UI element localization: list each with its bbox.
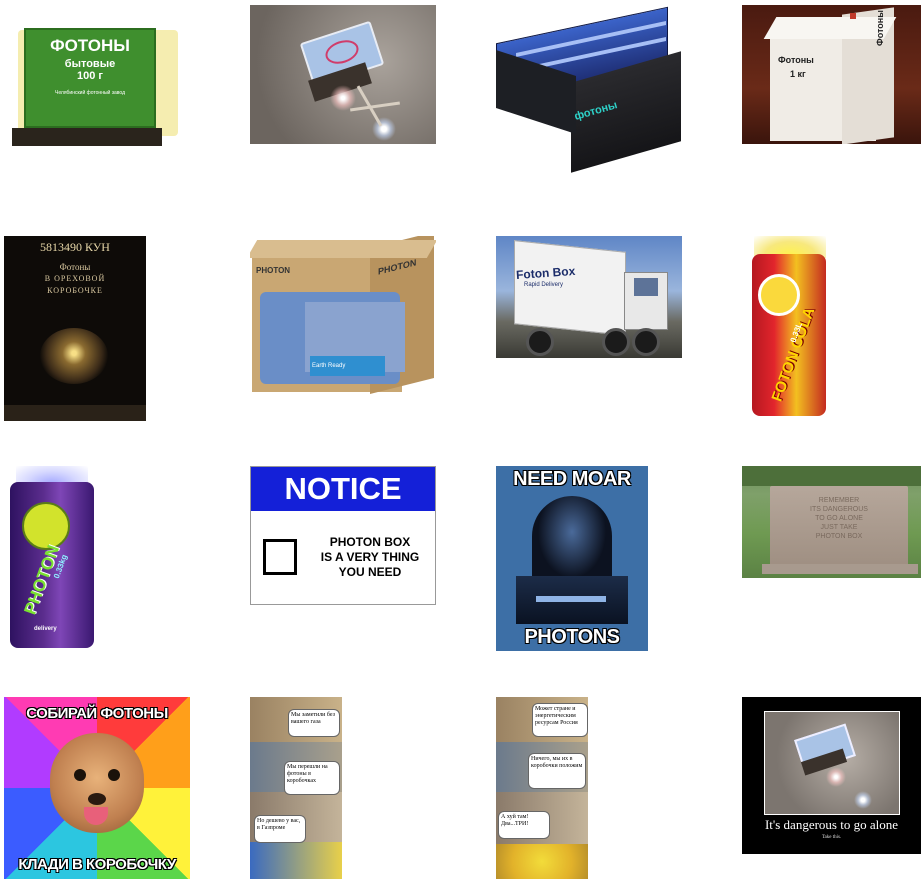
walnut-icon	[40, 328, 108, 384]
thumb-matchbox-photon[interactable]	[250, 5, 436, 144]
thumb-vader-need-moar-photons[interactable]: NEED MOAR PHOTONS	[496, 466, 648, 651]
can-footer: delivery	[34, 626, 57, 632]
thumb-book-photons-in-nutshell[interactable]: 5813490 КУН Фотоны В ОРЕХОВОЙ КОРОБОЧКЕ	[4, 236, 146, 421]
thumb-blue-shoebox[interactable]: фотоны	[496, 5, 682, 193]
thumb-cardboard-box-1kg[interactable]: Фотоны 1 кг Фотоны	[742, 5, 921, 144]
book-title-2: В ОРЕХОВОЙ	[44, 274, 106, 283]
pack-footer: Челябинский фотонный завод	[54, 90, 125, 96]
thumb-foton-box-truck[interactable]: Foton Box Rapid Delivery	[496, 236, 682, 358]
stone-line-4: JUST TAKE	[820, 524, 858, 531]
pack-weight: 100 г	[77, 70, 103, 82]
thumb-notice-sign[interactable]: NOTICE PHOTON BOX IS A VERY THING YOU NE…	[250, 466, 436, 605]
box-outline-icon	[263, 539, 297, 575]
meme-bottom: КЛАДИ В КОРОБОЧКУ	[18, 856, 176, 873]
speech-bubble: Ничего, мы их в коробочки положим	[528, 753, 586, 789]
thumb-gravestone[interactable]: REMEMBER ITS DANGEROUS TO GO ALONE JUST …	[742, 466, 921, 578]
meme-bottom: PHOTONS	[524, 626, 620, 648]
brand-left: PHOTON	[256, 266, 291, 275]
stone-line-2: ITS DANGEROUS	[810, 506, 868, 513]
panel-label: Earth Ready	[312, 363, 346, 369]
lemon-slice-icon	[758, 274, 800, 316]
notice-body-3: YOU NEED	[338, 565, 402, 579]
speech-bubble: Мы заметили без вашего газа	[288, 709, 340, 737]
pack-subtitle: бытовые	[64, 58, 116, 70]
speech-bubble: Но дешево у вас, в Газпроме	[254, 815, 306, 843]
poster-caption: It's dangerous to go alone	[764, 817, 899, 832]
notice-body-1: PHOTON BOX	[329, 535, 411, 549]
thumb-foton-cola-can[interactable]: FOTON COLA 0.33L	[742, 236, 837, 421]
thumb-photon-kraft-box[interactable]: PHOTON PHOTON Earth Ready	[250, 236, 436, 394]
box-text-1: Фотоны	[778, 55, 814, 65]
speech-bubble: А хуй там! Два...ТРИ!	[498, 811, 550, 839]
light-flare-icon	[854, 791, 872, 809]
thumb-comic-gazprom[interactable]: Мы заметили без вашего газа Мы перешли н…	[250, 697, 342, 879]
darth-vader-icon	[532, 496, 612, 586]
box-side-text: Фотоны	[874, 10, 885, 46]
thumb-photon-energy-can[interactable]: PHOTON 0.33kg delivery	[4, 466, 99, 651]
notice-body-2: IS A VERY THING	[320, 550, 420, 564]
speech-bubble: Может стране и энергетическим ресурсам Р…	[532, 703, 588, 737]
book-title-1: Фотоны	[59, 262, 91, 272]
truck-sublabel: Rapid Delivery	[524, 282, 564, 288]
thumb-photon-pack-100g[interactable]: ФОТОНЫ бытовые 100 г Челябинский фотонны…	[4, 18, 184, 146]
light-flare-icon	[826, 767, 846, 787]
box-text-2: 1 кг	[790, 69, 806, 79]
poster-subcaption: Take this.	[821, 835, 842, 840]
thumb-advice-dog[interactable]: СОБИРАЙ ФОТОНЫ КЛАДИ В КОРОБОЧКУ	[4, 697, 190, 879]
speech-bubble: Мы перешли на фотоны в коробочках	[284, 761, 340, 795]
stone-line-1: REMEMBER	[818, 497, 860, 504]
thumb-comic-three[interactable]: Может стране и энергетическим ресурсам Р…	[496, 697, 588, 879]
pack-title: ФОТОНЫ	[50, 36, 130, 55]
book-price: 5813490 КУН	[40, 240, 110, 254]
stone-line-5: PHOTON BOX	[815, 533, 863, 540]
notice-header: NOTICE	[251, 467, 435, 511]
stone-line-3: TO GO ALONE	[815, 515, 863, 522]
meme-top: NEED MOAR	[513, 468, 631, 490]
book-title-3: КОРОБОЧКЕ	[47, 286, 103, 295]
thumb-dangerous-to-go-alone[interactable]: It's dangerous to go alone Take this.	[742, 697, 921, 854]
meme-top: СОБИРАЙ ФОТОНЫ	[26, 705, 168, 722]
